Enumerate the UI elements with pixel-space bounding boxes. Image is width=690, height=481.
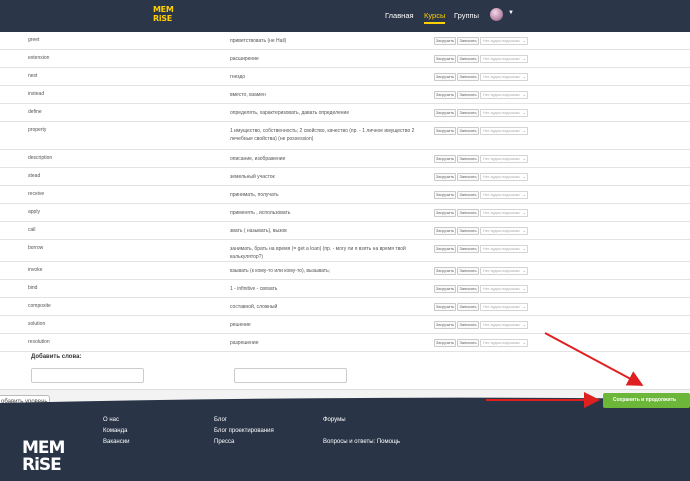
annotation-arrow-diagonal — [544, 332, 644, 386]
annotation-arrows — [486, 332, 644, 408]
